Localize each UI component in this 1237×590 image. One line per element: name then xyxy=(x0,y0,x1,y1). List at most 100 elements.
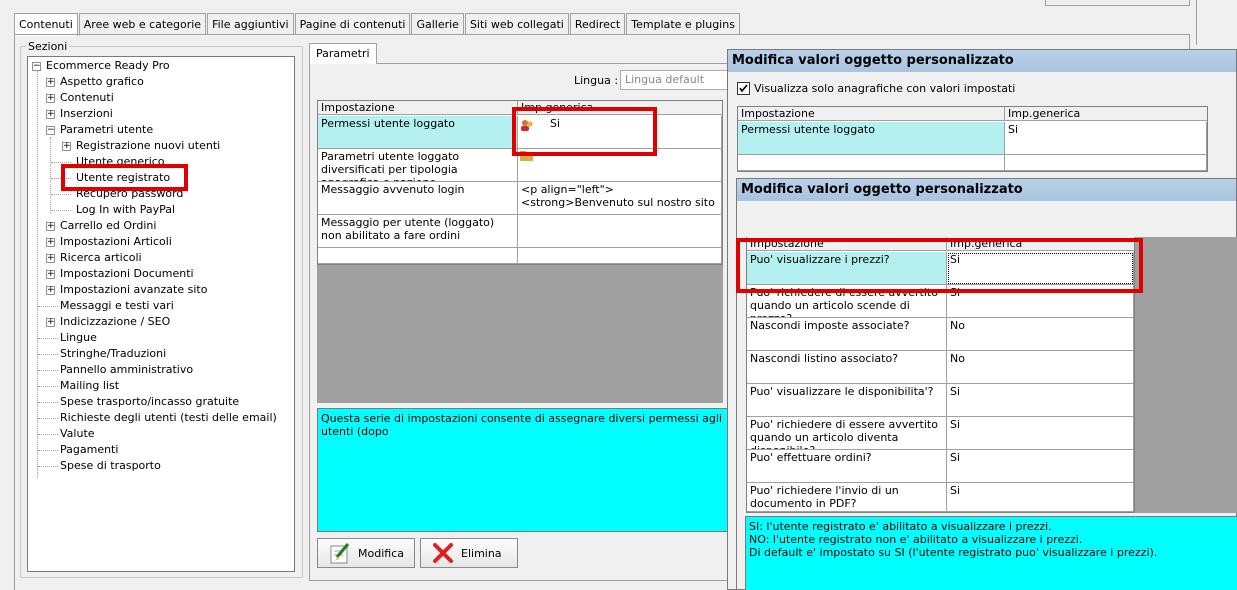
tree-connector xyxy=(38,466,58,467)
param-name[interactable]: Messaggio per utente (loggato) non abili… xyxy=(318,215,518,248)
tree-item-spese-trasporto[interactable]: Spese di trasporto xyxy=(60,458,161,474)
tree-item-lingue[interactable]: Lingue xyxy=(60,330,97,346)
dialog2-row-value[interactable]: Si xyxy=(947,417,1134,450)
tree-item-impostazioni-documenti[interactable]: + Impostazioni Documenti xyxy=(46,266,194,282)
tree-item-ricerca-articoli[interactable]: + Ricerca articoli xyxy=(46,250,142,266)
tree-item-spese-gratuite[interactable]: Spese trasporto/incasso gratuite xyxy=(60,394,239,410)
tree-item-valute[interactable]: Valute xyxy=(60,426,95,442)
dialog2-row-name[interactable]: Puo' richiedere di essere avvertito quan… xyxy=(747,417,947,450)
tree-item-inserzioni[interactable]: + Inserzioni xyxy=(46,106,113,122)
modifica-label: Modifica xyxy=(358,546,404,560)
tree-item-label: Impostazioni avanzate sito xyxy=(60,283,208,296)
expand-icon[interactable]: + xyxy=(46,270,55,279)
dialog2-row-name[interactable]: Nascondi listino associato? xyxy=(747,351,947,384)
tree-item-mailing-list[interactable]: Mailing list xyxy=(60,378,119,394)
tree-item-label: Impostazioni Articoli xyxy=(60,235,172,248)
tab-siti-collegati[interactable]: Siti web collegati xyxy=(464,13,569,35)
tree-item-carrello[interactable]: + Carrello ed Ordini xyxy=(46,218,156,234)
param-value-empty[interactable] xyxy=(518,248,722,264)
param-name[interactable]: Permessi utente loggato xyxy=(318,116,518,149)
tree-connector xyxy=(38,306,58,307)
tree-connector xyxy=(38,434,58,435)
param-name[interactable]: Messaggio avvenuto login xyxy=(318,182,518,215)
param-value[interactable] xyxy=(518,215,722,248)
tree-connector xyxy=(38,386,58,387)
params-description: Questa serie di impostazioni consente di… xyxy=(317,408,729,532)
dialog2-row-value[interactable]: Si xyxy=(947,384,1134,417)
collapse-icon[interactable]: − xyxy=(46,126,55,135)
elimina-label: Elimina xyxy=(461,546,502,560)
expand-icon[interactable]: + xyxy=(46,110,55,119)
elimina-button[interactable]: Elimina xyxy=(420,538,518,568)
tree-item-login-paypal[interactable]: Log In with PayPal xyxy=(76,202,175,218)
tree-item-impostazioni-avanzate[interactable]: + Impostazioni avanzate sito xyxy=(46,282,207,298)
expand-icon[interactable]: + xyxy=(46,78,55,87)
param-value[interactable]: <p align="left"><strong>Benvenuto sul no… xyxy=(518,182,722,215)
tree-item-label: Registrazione nuovi utenti xyxy=(76,139,221,152)
dialog1-row-name[interactable]: Permessi utente loggato xyxy=(738,122,1005,155)
expand-icon[interactable]: + xyxy=(46,94,55,103)
tab-redirect[interactable]: Redirect xyxy=(569,13,626,35)
modifica-button[interactable]: Modifica xyxy=(317,538,415,568)
sections-tree[interactable]: − Ecommerce Ready Pro + Aspetto grafico + C… xyxy=(27,56,295,572)
expand-icon[interactable]: + xyxy=(62,142,71,151)
tree-connector xyxy=(50,137,51,213)
tree-item-parametri-utente[interactable]: − Parametri utente xyxy=(46,122,153,138)
dialog2-row-name[interactable]: Nascondi imposte associate? xyxy=(747,318,947,351)
tab-template-plugins[interactable]: Template e plugins xyxy=(626,13,740,35)
description-line: SI: l'utente registrato e' abilitato a v… xyxy=(749,520,1052,533)
dialog2-row-name[interactable]: Puo' richiedere l'invio di un documento … xyxy=(747,483,947,512)
expand-icon[interactable]: + xyxy=(46,238,55,247)
param-name-empty[interactable] xyxy=(318,248,518,264)
tree-item-aspetto-grafico[interactable]: + Aspetto grafico xyxy=(46,74,144,90)
tree-item-messaggi[interactable]: Messaggi e testi vari xyxy=(60,298,174,314)
tree-item-impostazioni-articoli[interactable]: + Impostazioni Articoli xyxy=(46,234,172,250)
lingua-select[interactable]: Lingua default xyxy=(620,70,732,90)
tree-item-label: Impostazioni Documenti xyxy=(60,267,194,280)
tree-item-label: Ecommerce Ready Pro xyxy=(46,59,170,72)
tab-parametri[interactable]: Parametri xyxy=(309,43,377,64)
tree-item-pagamenti[interactable]: Pagamenti xyxy=(60,442,118,458)
collapse-icon[interactable]: − xyxy=(32,62,41,71)
expand-icon[interactable]: + xyxy=(46,286,55,295)
dialog2-row-name[interactable]: Puo' visualizzare le disponibilita'? xyxy=(747,384,947,417)
expand-icon[interactable]: + xyxy=(46,318,55,327)
tab-aree-web[interactable]: Aree web e categorie xyxy=(78,13,207,35)
expand-icon[interactable]: + xyxy=(46,222,55,231)
tree-item-richieste[interactable]: Richieste degli utenti (testi delle emai… xyxy=(60,410,277,426)
tree-connector xyxy=(51,194,71,195)
tree-item-label: Aspetto grafico xyxy=(60,75,144,88)
dialog2-row-name[interactable]: Puo' effettuare ordini? xyxy=(747,450,947,483)
tree-connector xyxy=(38,450,58,451)
highlight-permessi-value xyxy=(512,107,657,156)
tree-item-pannello[interactable]: Pannello amministrativo xyxy=(60,362,193,378)
column-header-impostazione: Impostazione xyxy=(318,101,518,115)
dialog1-row-empty[interactable] xyxy=(1005,155,1207,171)
dialog2-row-value[interactable]: No xyxy=(947,351,1134,384)
tree-connector xyxy=(51,162,71,163)
dialog1-row-empty[interactable] xyxy=(738,155,1005,171)
tree-item-indicizzazione[interactable]: + Indicizzazione / SEO xyxy=(46,314,170,330)
dialog-title: Modifica valori oggetto personalizzato xyxy=(728,50,1236,72)
tab-pagine-contenuti[interactable]: Pagine di contenuti xyxy=(294,13,411,35)
tree-item-label: Indicizzazione / SEO xyxy=(60,315,171,328)
dialog2-row-value[interactable]: No xyxy=(947,318,1134,351)
column-header-imp-generica: Imp.generica xyxy=(1005,107,1207,121)
expand-icon[interactable]: + xyxy=(46,254,55,263)
tab-contenuti[interactable]: Contenuti xyxy=(14,13,78,36)
tab-file-aggiuntivi[interactable]: File aggiuntivi xyxy=(207,13,294,35)
dialog2-row-value[interactable]: Si xyxy=(947,483,1134,512)
dialog1-row-value[interactable]: Si xyxy=(1005,122,1207,155)
tree-item-ecommerce[interactable]: − Ecommerce Ready Pro xyxy=(32,58,170,74)
dialog1-grid[interactable]: Impostazione Imp.generica Permessi utent… xyxy=(737,106,1208,172)
param-name[interactable]: Parametri utente loggato diversificati p… xyxy=(318,149,518,182)
top-panel-stub xyxy=(1045,0,1190,6)
show-only-set-checkbox[interactable] xyxy=(737,82,750,95)
tree-item-registrazione[interactable]: + Registrazione nuovi utenti xyxy=(62,138,220,154)
tab-gallerie[interactable]: Gallerie xyxy=(411,13,464,35)
dialog2-description: SI: l'utente registrato e' abilitato a v… xyxy=(745,516,1237,590)
dialog-title: Modifica valori oggetto personalizzato xyxy=(737,179,1236,201)
tree-item-contenuti[interactable]: + Contenuti xyxy=(46,90,114,106)
dialog2-row-value[interactable]: Si xyxy=(947,450,1134,483)
tree-item-stringhe[interactable]: Stringhe/Traduzioni xyxy=(60,346,166,362)
